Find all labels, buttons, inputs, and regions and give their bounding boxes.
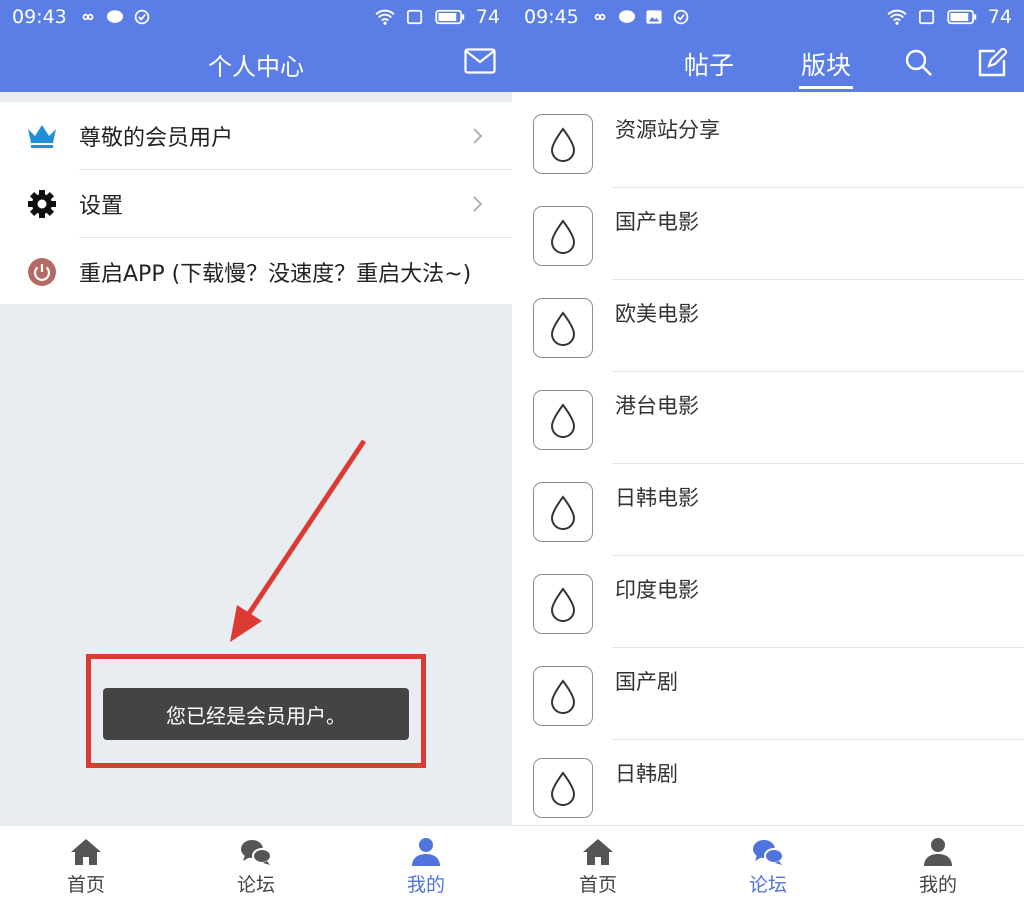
wifi-icon [375, 9, 395, 25]
battery-icon [435, 9, 465, 25]
left-phone-screen: 09:43 74 个人中心 尊敬的会员用户 设置 重启APP (下载慢？没速度？… [0, 0, 512, 910]
forum-board-item[interactable]: 欧美电影 [512, 280, 1024, 372]
infinity-icon [594, 13, 606, 21]
app-header: 帖子 版块 [512, 34, 1024, 92]
forum-board-item[interactable]: 日韩电影 [512, 464, 1024, 556]
tab-home[interactable]: 首页 [36, 836, 136, 906]
board-icon-frame [533, 114, 593, 174]
water-drop-icon [550, 771, 576, 806]
tab-posts[interactable]: 帖子 [684, 46, 734, 82]
gallery-icon [646, 10, 662, 24]
chevron-right-icon [473, 195, 483, 212]
toast-message: 您已经是会员用户。 [103, 688, 409, 740]
board-icon-frame [533, 390, 593, 450]
status-time: 09:43 [12, 6, 67, 28]
chat-bubble-icon [618, 10, 635, 23]
board-name: 国产电影 [615, 210, 699, 234]
profile-menu: 尊敬的会员用户 设置 重启APP (下载慢？没速度？重启大法~) [0, 102, 512, 304]
tab-label: 论坛 [748, 874, 787, 896]
board-name: 日韩剧 [615, 762, 678, 786]
forum-board-item[interactable]: 国产电影 [512, 188, 1024, 280]
tab-label: 首页 [66, 874, 105, 896]
board-icon-frame [533, 482, 593, 542]
sim-icon [918, 9, 934, 25]
screenshot-root: 09:43 74 个人中心 尊敬的会员用户 设置 重启APP (下载慢？没速度？… [0, 0, 1024, 910]
board-icon-frame [533, 298, 593, 358]
tab-label: 我的 [406, 874, 445, 896]
page-title: 个人中心 [208, 53, 304, 81]
right-phone-screen: 09:45 74 帖子 版块 资源站分享国产电影欧美电影港台电影日韩电影印度电影… [512, 0, 1024, 910]
home-icon [71, 839, 101, 865]
bottom-tab-bar: 首页 论坛 我的 [0, 825, 512, 910]
menu-item-label: 重启APP (下载慢？没速度？重启大法~) [79, 261, 472, 287]
board-name: 日韩电影 [615, 486, 699, 510]
wifi-icon [887, 9, 907, 25]
battery-level: 74 [987, 6, 1012, 28]
tab-boards[interactable]: 版块 [798, 46, 854, 89]
board-name: 资源站分享 [615, 118, 720, 142]
infinity-icon [82, 13, 94, 21]
menu-item-label: 尊敬的会员用户 [79, 125, 234, 151]
status-bar: 09:45 74 [512, 0, 1024, 34]
tab-home[interactable]: 首页 [548, 836, 648, 906]
app-header: 个人中心 [0, 34, 512, 92]
board-icon-frame [533, 758, 593, 818]
chat-bubble-icon [106, 10, 123, 23]
water-drop-icon [550, 219, 576, 254]
tab-label: 首页 [578, 874, 617, 896]
user-icon [412, 838, 440, 866]
board-icon-frame [533, 666, 593, 726]
board-name: 欧美电影 [615, 302, 699, 326]
status-bar: 09:43 74 [0, 0, 512, 34]
check-circle-icon [673, 9, 689, 25]
power-icon [28, 257, 56, 286]
tab-label: 论坛 [236, 874, 275, 896]
board-name: 国产剧 [615, 670, 678, 694]
bottom-tab-bar: 首页 论坛 我的 [512, 825, 1024, 910]
menu-item-label: 设置 [79, 193, 124, 219]
chat-bubbles-icon [753, 840, 784, 865]
forum-board-item[interactable]: 资源站分享 [512, 96, 1024, 188]
forum-board-item[interactable]: 日韩剧 [512, 740, 1024, 825]
crown-icon [28, 124, 56, 148]
tab-forum[interactable]: 论坛 [718, 836, 818, 906]
water-drop-icon [550, 679, 576, 714]
home-icon [583, 839, 613, 865]
water-drop-icon [550, 311, 576, 346]
forum-board-list: 资源站分享国产电影欧美电影港台电影日韩电影印度电影国产剧日韩剧 [512, 96, 1024, 825]
search-icon[interactable] [904, 48, 934, 78]
board-icon-frame [533, 574, 593, 634]
board-icon-frame [533, 206, 593, 266]
forum-board-item[interactable]: 印度电影 [512, 556, 1024, 648]
battery-icon [947, 9, 977, 25]
menu-item-restart-app[interactable]: 重启APP (下载慢？没速度？重启大法~) [0, 238, 512, 305]
tab-label: 我的 [918, 874, 957, 896]
forum-board-item[interactable]: 港台电影 [512, 372, 1024, 464]
menu-item-vip-member[interactable]: 尊敬的会员用户 [0, 102, 512, 169]
menu-item-settings[interactable]: 设置 [0, 170, 512, 237]
water-drop-icon [550, 495, 576, 530]
status-time: 09:45 [524, 6, 579, 28]
forum-board-item[interactable]: 国产剧 [512, 648, 1024, 740]
tab-mine[interactable]: 我的 [888, 836, 988, 906]
water-drop-icon [550, 587, 576, 622]
mail-icon[interactable] [464, 48, 496, 74]
tab-mine[interactable]: 我的 [376, 836, 476, 906]
edit-icon[interactable] [977, 48, 1007, 78]
check-circle-icon [134, 9, 150, 25]
water-drop-icon [550, 127, 576, 162]
battery-level: 74 [475, 6, 500, 28]
user-icon [924, 838, 952, 866]
gear-icon [28, 189, 56, 218]
water-drop-icon [550, 403, 576, 438]
sim-icon [406, 9, 422, 25]
tab-forum[interactable]: 论坛 [206, 836, 306, 906]
chat-bubbles-icon [241, 840, 272, 865]
board-name: 港台电影 [615, 394, 699, 418]
board-name: 印度电影 [615, 578, 699, 602]
chevron-right-icon [473, 127, 483, 144]
